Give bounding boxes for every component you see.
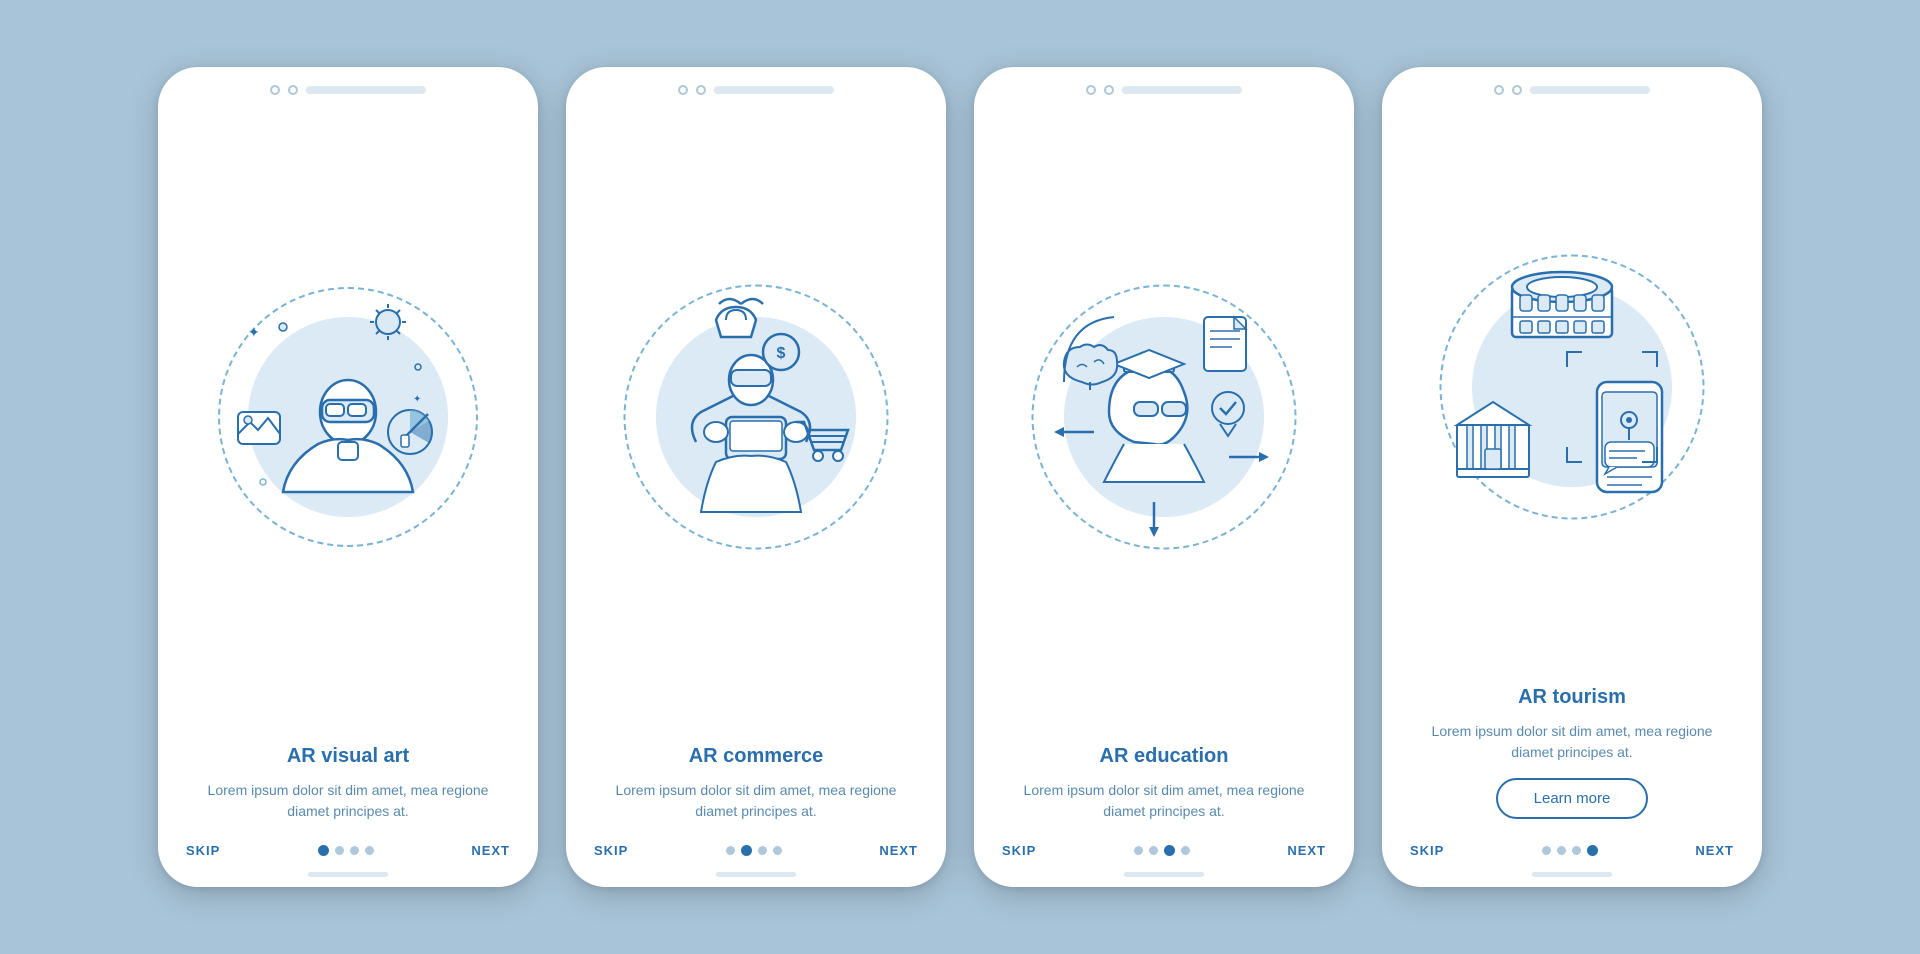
dot-3 bbox=[350, 846, 359, 855]
text-area-4: AR tourism Lorem ipsum dolor sit dim ame… bbox=[1382, 670, 1762, 831]
status-dot-3 bbox=[678, 85, 688, 95]
dot-4b bbox=[773, 846, 782, 855]
dot-3d bbox=[1572, 846, 1581, 855]
learn-more-button[interactable]: Learn more bbox=[1496, 778, 1649, 819]
illustration-education bbox=[974, 105, 1354, 729]
dots-3 bbox=[1134, 845, 1190, 856]
bottom-nav-1: SKIP NEXT bbox=[158, 831, 538, 872]
dot-1c bbox=[1134, 846, 1143, 855]
dot-4 bbox=[365, 846, 374, 855]
status-dot-8 bbox=[1512, 85, 1522, 95]
dot-3c-active bbox=[1164, 845, 1175, 856]
screen-ar-tourism: AR tourism Lorem ipsum dolor sit dim ame… bbox=[1382, 67, 1762, 887]
status-line-2 bbox=[714, 86, 834, 94]
text-area-1: AR visual art Lorem ipsum dolor sit dim … bbox=[158, 729, 538, 831]
dot-active bbox=[318, 845, 329, 856]
status-dot-2 bbox=[288, 85, 298, 95]
next-button-3[interactable]: NEXT bbox=[1287, 843, 1326, 858]
desc-visual-art: Lorem ipsum dolor sit dim amet, mea regi… bbox=[186, 780, 510, 823]
title-visual-art: AR visual art bbox=[186, 745, 510, 768]
text-area-2: AR commerce Lorem ipsum dolor sit dim am… bbox=[566, 729, 946, 831]
status-dot-6 bbox=[1104, 85, 1114, 95]
text-area-3: AR education Lorem ipsum dolor sit dim a… bbox=[974, 729, 1354, 831]
next-button-4[interactable]: NEXT bbox=[1695, 843, 1734, 858]
status-line-4 bbox=[1530, 86, 1650, 94]
bottom-handle-4 bbox=[1532, 872, 1612, 877]
svg-text:✦: ✦ bbox=[413, 394, 421, 405]
dot-1d bbox=[1542, 846, 1551, 855]
screen-ar-education: AR education Lorem ipsum dolor sit dim a… bbox=[974, 67, 1354, 887]
skip-button-1[interactable]: SKIP bbox=[186, 843, 220, 858]
skip-button-2[interactable]: SKIP bbox=[594, 843, 628, 858]
title-tourism: AR tourism bbox=[1410, 686, 1734, 709]
screen-ar-commerce: $ AR commerce Lorem ipsum dolor sit dim … bbox=[566, 67, 946, 887]
svg-text:$: $ bbox=[777, 345, 786, 362]
dot-2c bbox=[1149, 846, 1158, 855]
title-commerce: AR commerce bbox=[594, 745, 918, 768]
commerce-svg: $ bbox=[626, 282, 886, 562]
education-svg bbox=[1034, 282, 1294, 562]
status-line-3 bbox=[1122, 86, 1242, 94]
dots-4 bbox=[1542, 845, 1598, 856]
screen-ar-visual-art: ✦ ✦ ✦ bbox=[158, 67, 538, 887]
desc-tourism: Lorem ipsum dolor sit dim amet, mea regi… bbox=[1410, 721, 1734, 764]
dot-2b-active bbox=[741, 845, 752, 856]
status-dot-7 bbox=[1494, 85, 1504, 95]
bottom-nav-4: SKIP NEXT bbox=[1382, 831, 1762, 872]
title-education: AR education bbox=[1002, 745, 1326, 768]
dot-2 bbox=[335, 846, 344, 855]
skip-button-4[interactable]: SKIP bbox=[1410, 843, 1444, 858]
screens-container: ✦ ✦ ✦ bbox=[118, 27, 1802, 927]
illustration-commerce: $ bbox=[566, 105, 946, 729]
dot-2d bbox=[1557, 846, 1566, 855]
dot-4c bbox=[1181, 846, 1190, 855]
bottom-nav-2: SKIP NEXT bbox=[566, 831, 946, 872]
illustration-visual-art: ✦ ✦ ✦ bbox=[158, 105, 538, 729]
top-bar-4 bbox=[1382, 67, 1762, 105]
next-button-2[interactable]: NEXT bbox=[879, 843, 918, 858]
desc-education: Lorem ipsum dolor sit dim amet, mea regi… bbox=[1002, 780, 1326, 823]
status-dot-4 bbox=[696, 85, 706, 95]
visual-art-svg: ✦ ✦ ✦ bbox=[218, 282, 478, 562]
svg-text:✦: ✦ bbox=[248, 324, 260, 340]
status-dot-5 bbox=[1086, 85, 1096, 95]
tourism-svg bbox=[1442, 252, 1702, 532]
top-bar-1 bbox=[158, 67, 538, 105]
bottom-handle-2 bbox=[716, 872, 796, 877]
next-button-1[interactable]: NEXT bbox=[471, 843, 510, 858]
dot-4d-active bbox=[1587, 845, 1598, 856]
illustration-tourism bbox=[1382, 105, 1762, 670]
bottom-handle-3 bbox=[1124, 872, 1204, 877]
bottom-handle-1 bbox=[308, 872, 388, 877]
bottom-nav-3: SKIP NEXT bbox=[974, 831, 1354, 872]
dot-3b bbox=[758, 846, 767, 855]
desc-commerce: Lorem ipsum dolor sit dim amet, mea regi… bbox=[594, 780, 918, 823]
top-bar-2 bbox=[566, 67, 946, 105]
dots-2 bbox=[726, 845, 782, 856]
status-dot-1 bbox=[270, 85, 280, 95]
top-bar-3 bbox=[974, 67, 1354, 105]
status-line bbox=[306, 86, 426, 94]
dot-1b bbox=[726, 846, 735, 855]
dots-1 bbox=[318, 845, 374, 856]
skip-button-3[interactable]: SKIP bbox=[1002, 843, 1036, 858]
